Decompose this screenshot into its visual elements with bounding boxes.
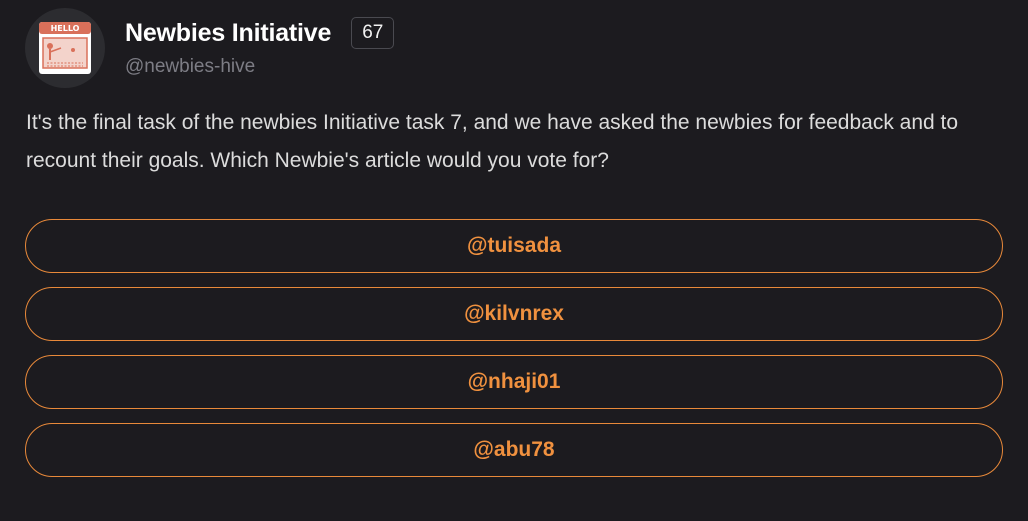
poll-option[interactable]: @tuisada <box>25 219 1003 273</box>
poll-option-label: @abu78 <box>473 438 555 461</box>
poll-question: It's the final task of the newbies Initi… <box>26 111 959 172</box>
poll-options: @tuisada @kilvnrex @nhaji01 @abu78 <box>25 219 1003 491</box>
poll-option-label: @tuisada <box>467 234 561 257</box>
poll-option-label: @nhaji01 <box>467 370 561 393</box>
reputation-badge: 67 <box>351 17 395 49</box>
hello-presenter-icon: HELLO <box>39 22 91 74</box>
poll-option[interactable]: @nhaji01 <box>25 355 1003 409</box>
poll-option-label: @kilvnrex <box>464 302 564 325</box>
poll-option[interactable]: @abu78 <box>25 423 1003 477</box>
avatar-hello-text: HELLO <box>51 24 80 33</box>
community-name[interactable]: Newbies Initiative <box>125 19 331 48</box>
poll-option[interactable]: @kilvnrex <box>25 287 1003 341</box>
community-header: Newbies Initiative 67 <box>125 17 395 49</box>
community-handle[interactable]: @newbies-hive <box>125 56 255 78</box>
community-avatar[interactable]: HELLO <box>25 8 105 88</box>
